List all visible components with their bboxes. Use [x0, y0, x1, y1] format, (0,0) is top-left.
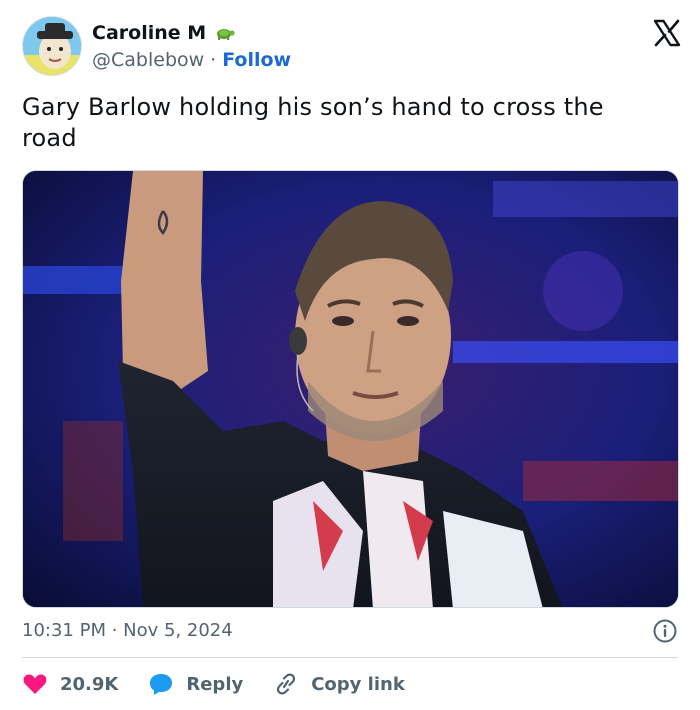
turtle-emoji-icon: [217, 29, 235, 40]
copy-link-label: Copy link: [311, 673, 405, 695]
avatar-image: [23, 17, 81, 75]
reply-label: Reply: [186, 673, 244, 695]
link-icon: [277, 673, 296, 695]
tweet-header: Caroline M @Cablebow · Follow: [22, 16, 682, 78]
name-row: Caroline M: [92, 22, 236, 44]
separator-dot: ·: [210, 49, 217, 71]
x-logo-icon[interactable]: [652, 18, 682, 48]
info-icon[interactable]: [652, 618, 678, 644]
handle-row: @Cablebow · Follow: [92, 49, 291, 71]
divider: [22, 657, 678, 658]
tweet-photo: [23, 171, 678, 607]
display-name[interactable]: Caroline M: [92, 22, 206, 44]
tweet-text: Gary Barlow holding his son’s hand to cr…: [22, 93, 604, 152]
user-handle[interactable]: @Cablebow: [92, 49, 204, 71]
like-count: 20.9K: [60, 673, 119, 695]
reply-button[interactable]: Reply: [148, 672, 243, 696]
tweet-meta: 10:31 PM · Nov 5, 2024: [22, 618, 678, 646]
like-button[interactable]: 20.9K: [22, 672, 118, 696]
reply-bubble-icon: [150, 674, 173, 695]
heart-icon: [23, 674, 47, 694]
follow-button[interactable]: Follow: [222, 49, 291, 71]
tweet-media[interactable]: [22, 170, 679, 608]
avatar[interactable]: [22, 16, 82, 76]
tweet-timestamp[interactable]: 10:31 PM · Nov 5, 2024: [22, 620, 233, 641]
copy-link-button[interactable]: Copy link: [273, 672, 405, 696]
tweet-card: Caroline M @Cablebow · Follow Gary Barlo…: [0, 0, 700, 710]
action-bar: 20.9K Reply Copy link: [22, 668, 435, 700]
